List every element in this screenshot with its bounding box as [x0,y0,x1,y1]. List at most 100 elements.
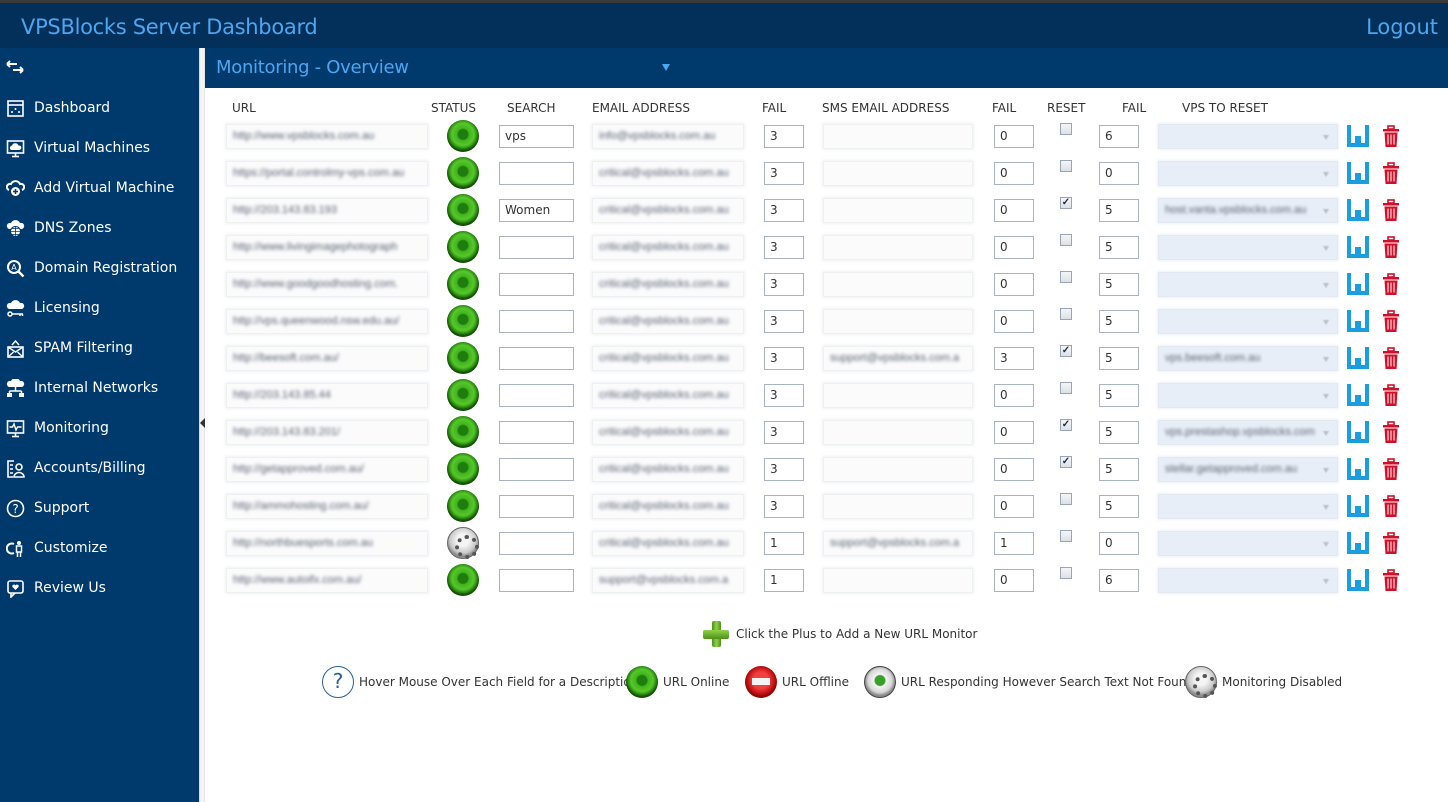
email-fail-count-input[interactable]: 1 [764,569,804,592]
reset-checkbox[interactable]: ✓ [1060,456,1072,468]
sms-fail-count-input[interactable]: 0 [994,162,1034,185]
save-icon[interactable] [1345,493,1371,519]
url-field[interactable]: http://203.143.83.193 [226,198,428,223]
search-text-input[interactable]: vps [499,125,574,148]
reset-checkbox[interactable] [1060,567,1072,579]
sms-email-field[interactable]: support@vpsblocks.com.a [823,346,973,371]
sms-fail-count-input[interactable]: 0 [994,273,1034,296]
reset-checkbox[interactable] [1060,382,1072,394]
email-field[interactable]: critical@vpsblocks.com.au [592,383,744,408]
delete-trash-icon[interactable] [1382,457,1400,481]
email-field[interactable]: info@vpsblocks.com.au [592,124,744,149]
delete-trash-icon[interactable] [1382,531,1400,555]
reset-fail-count-input[interactable]: 6 [1099,125,1139,148]
email-fail-count-input[interactable]: 3 [764,199,804,222]
delete-trash-icon[interactable] [1382,309,1400,333]
reset-checkbox[interactable] [1060,530,1072,542]
url-field[interactable]: http://www.autoifx.com.au/ [226,568,428,593]
email-fail-count-input[interactable]: 3 [764,421,804,444]
email-field[interactable]: critical@vpsblocks.com.au [592,531,744,556]
delete-trash-icon[interactable] [1382,420,1400,444]
save-icon[interactable] [1345,160,1371,186]
sms-email-field[interactable] [823,235,973,260]
reset-checkbox[interactable]: ✓ [1060,197,1072,209]
sms-fail-count-input[interactable]: 0 [994,421,1034,444]
save-icon[interactable] [1345,308,1371,334]
search-text-input[interactable] [499,310,574,333]
save-icon[interactable] [1345,197,1371,223]
vps-to-reset-select[interactable]: vps.beesoft.com.au [1158,346,1338,371]
email-field[interactable]: critical@vpsblocks.com.au [592,161,744,186]
reset-fail-count-input[interactable]: 5 [1099,458,1139,481]
sms-fail-count-input[interactable]: 1 [994,532,1034,555]
sms-email-field[interactable] [823,272,973,297]
reset-fail-count-input[interactable]: 5 [1099,384,1139,407]
sms-fail-count-input[interactable]: 0 [994,236,1034,259]
reset-fail-count-input[interactable]: 5 [1099,421,1139,444]
save-icon[interactable] [1345,567,1371,593]
delete-trash-icon[interactable] [1382,272,1400,296]
save-icon[interactable] [1345,382,1371,408]
delete-trash-icon[interactable] [1382,161,1400,185]
save-icon[interactable] [1345,419,1371,445]
sms-fail-count-input[interactable]: 0 [994,310,1034,333]
delete-trash-icon[interactable] [1382,383,1400,407]
vps-to-reset-select[interactable] [1158,161,1338,186]
vps-to-reset-select[interactable] [1158,494,1338,519]
sms-email-field[interactable] [823,420,973,445]
reset-checkbox[interactable] [1060,271,1072,283]
url-field[interactable]: http://www.livingimagephotograph [226,235,428,260]
email-field[interactable]: critical@vpsblocks.com.au [592,198,744,223]
url-field[interactable]: http://203.143.83.201/ [226,420,428,445]
expand-collapse-arrows-icon[interactable] [6,60,24,78]
email-field[interactable]: critical@vpsblocks.com.au [592,420,744,445]
reset-checkbox[interactable]: ✓ [1060,419,1072,431]
vps-to-reset-select[interactable] [1158,383,1338,408]
reset-checkbox[interactable] [1060,493,1072,505]
url-field[interactable]: http://northbuesports.com.au [226,531,428,556]
vps-to-reset-select[interactable] [1158,124,1338,149]
vps-to-reset-select[interactable] [1158,531,1338,556]
save-icon[interactable] [1345,345,1371,371]
reset-fail-count-input[interactable]: 6 [1099,569,1139,592]
reset-fail-count-input[interactable]: 5 [1099,273,1139,296]
email-fail-count-input[interactable]: 3 [764,384,804,407]
reset-checkbox[interactable] [1060,234,1072,246]
url-field[interactable]: http://beesoft.com.au/ [226,346,428,371]
sms-email-field[interactable] [823,494,973,519]
sms-fail-count-input[interactable]: 0 [994,384,1034,407]
email-field[interactable]: critical@vpsblocks.com.au [592,309,744,334]
search-text-input[interactable] [499,236,574,259]
search-text-input[interactable] [499,273,574,296]
email-field[interactable]: critical@vpsblocks.com.au [592,272,744,297]
reset-fail-count-input[interactable]: 0 [1099,532,1139,555]
vps-to-reset-select[interactable] [1158,235,1338,260]
search-text-input[interactable] [499,532,574,555]
sms-email-field[interactable] [823,383,973,408]
delete-trash-icon[interactable] [1382,198,1400,222]
url-field[interactable]: http://203.143.85.44 [226,383,428,408]
sms-fail-count-input[interactable]: 0 [994,125,1034,148]
email-fail-count-input[interactable]: 3 [764,310,804,333]
save-icon[interactable] [1345,530,1371,556]
reset-fail-count-input[interactable]: 5 [1099,347,1139,370]
vps-to-reset-select[interactable] [1158,272,1338,297]
email-fail-count-input[interactable]: 3 [764,236,804,259]
vps-to-reset-select[interactable]: stellar.getapproved.com.au [1158,457,1338,482]
email-field[interactable]: critical@vpsblocks.com.au [592,457,744,482]
search-text-input[interactable] [499,458,574,481]
add-url-monitor[interactable]: Click the Plus to Add a New URL Monitor [702,620,977,648]
reset-checkbox[interactable]: ✓ [1060,345,1072,357]
url-field[interactable]: http://vps.queenwood.nsw.edu.au/ [226,309,428,334]
sms-fail-count-input[interactable]: 0 [994,569,1034,592]
logout-link[interactable]: Logout [1366,15,1438,39]
page-dropdown-caret-icon[interactable] [662,64,670,71]
email-fail-count-input[interactable]: 3 [764,458,804,481]
save-icon[interactable] [1345,456,1371,482]
save-icon[interactable] [1345,271,1371,297]
email-fail-count-input[interactable]: 3 [764,162,804,185]
email-fail-count-input[interactable]: 1 [764,532,804,555]
reset-fail-count-input[interactable]: 5 [1099,199,1139,222]
save-icon[interactable] [1345,234,1371,260]
sms-email-field[interactable] [823,161,973,186]
